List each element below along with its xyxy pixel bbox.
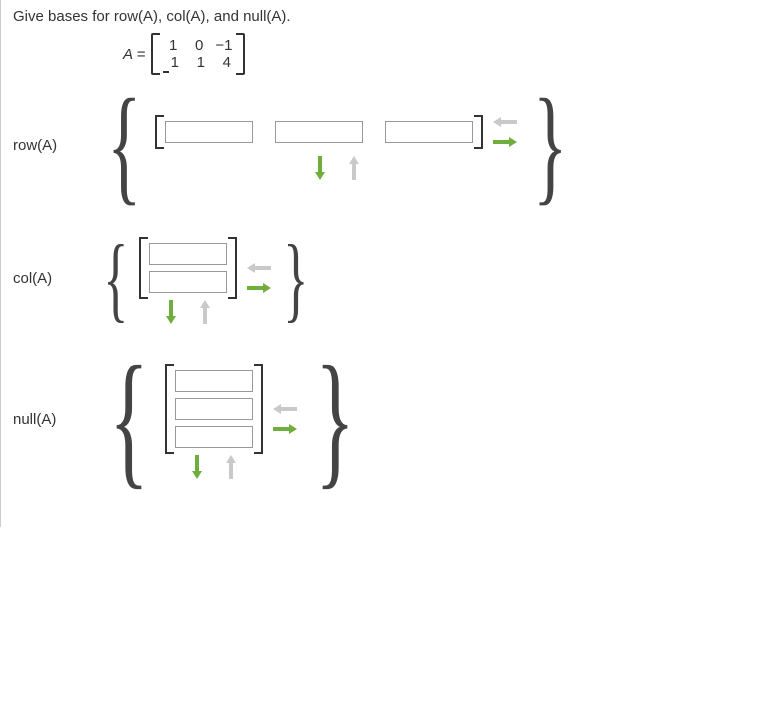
row-A-input-3[interactable] xyxy=(385,121,473,143)
remove-column-icon[interactable] xyxy=(271,402,299,416)
row-A-input-1[interactable] xyxy=(165,121,253,143)
col-A-label: col(A) xyxy=(13,270,93,287)
add-row-icon[interactable] xyxy=(157,305,185,319)
matrix-cell: 1 xyxy=(163,37,177,54)
col-A-row-controls xyxy=(157,305,219,319)
row-A-col-controls xyxy=(491,115,519,149)
row-A-input-2[interactable] xyxy=(275,121,363,143)
null-A-section: null(A) { xyxy=(13,359,763,479)
col-A-input-1[interactable] xyxy=(149,243,227,265)
null-A-input-2[interactable] xyxy=(175,398,253,420)
matrix-cell: 4 xyxy=(217,54,231,71)
left-brace: { xyxy=(109,359,149,479)
question-text: Give bases for row(A), col(A), and null(… xyxy=(13,8,763,25)
matrix-cell: 1 xyxy=(165,54,179,71)
add-row-icon[interactable] xyxy=(183,460,211,474)
matrix-definition: A = 1 0 −1 1 1 4 xyxy=(123,33,763,75)
remove-column-icon[interactable] xyxy=(245,261,273,275)
row-A-section: row(A) { } xyxy=(13,93,763,197)
col-A-col-controls xyxy=(245,261,273,295)
null-A-input-1[interactable] xyxy=(175,370,253,392)
add-column-icon[interactable] xyxy=(491,135,519,149)
col-A-section: col(A) { } xyxy=(13,237,763,319)
remove-row-icon[interactable] xyxy=(191,305,219,319)
col-vector-bracket xyxy=(139,237,237,299)
null-A-input-3[interactable] xyxy=(175,426,253,448)
add-column-icon[interactable] xyxy=(245,281,273,295)
col-A-input-2[interactable] xyxy=(149,271,227,293)
right-brace: } xyxy=(283,240,308,316)
row-A-label: row(A) xyxy=(13,137,93,154)
remove-row-icon[interactable] xyxy=(217,460,245,474)
add-column-icon[interactable] xyxy=(271,422,299,436)
matrix-lhs: A = xyxy=(123,46,145,63)
row-vector-bracket xyxy=(155,115,483,149)
right-brace: } xyxy=(533,93,567,197)
null-vector-bracket xyxy=(165,364,263,454)
right-brace: } xyxy=(315,359,355,479)
left-brace: { xyxy=(103,240,128,316)
null-A-label: null(A) xyxy=(13,411,93,428)
remove-row-icon[interactable] xyxy=(340,161,368,175)
null-A-col-controls xyxy=(271,402,299,436)
matrix-cell: −1 xyxy=(215,37,232,54)
add-row-icon[interactable] xyxy=(306,161,334,175)
remove-column-icon[interactable] xyxy=(491,115,519,129)
matrix-cell: 0 xyxy=(189,37,203,54)
null-A-row-controls xyxy=(183,460,245,474)
matrix-cell: 1 xyxy=(191,54,205,71)
row-A-row-controls xyxy=(306,161,368,175)
matrix-A: 1 0 −1 1 1 4 xyxy=(151,33,244,75)
left-brace: { xyxy=(107,93,141,197)
